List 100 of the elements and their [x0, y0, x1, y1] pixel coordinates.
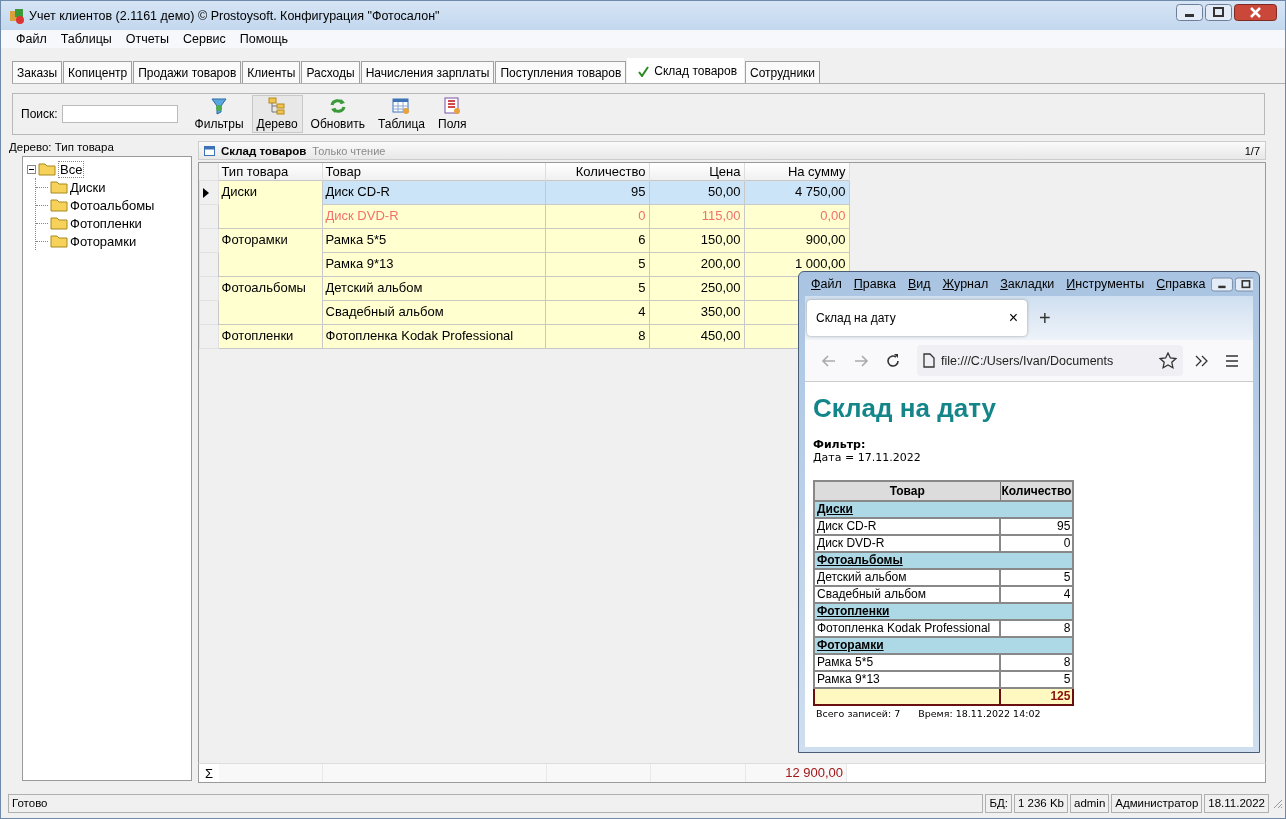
record-position: 1/7	[1244, 144, 1260, 157]
column-header[interactable]: Количество	[545, 163, 649, 181]
table-cell: 0,00	[744, 204, 849, 229]
column-header[interactable]: Цена	[649, 163, 744, 181]
list-icon	[443, 97, 462, 115]
new-tab-button[interactable]: +	[1039, 306, 1051, 330]
app-icon	[9, 7, 25, 24]
menu-item[interactable]: Файл	[9, 32, 54, 46]
panel-title: Дерево: Тип товара	[9, 141, 115, 155]
column-header[interactable]: На сумму	[744, 163, 849, 181]
table-cell: Диск CD-R	[322, 180, 545, 205]
tab[interactable]: Поступления товаров	[495, 61, 627, 83]
tab[interactable]: Склад товаров	[627, 58, 745, 83]
table-icon	[392, 97, 411, 115]
table-cell: 0	[545, 204, 649, 229]
tree-item[interactable]: Фотопленки	[70, 215, 142, 231]
toolbar-button[interactable]: Обновить	[305, 95, 370, 133]
menu-item[interactable]: Журнал	[936, 277, 995, 291]
menu-item[interactable]: Сервис	[176, 32, 233, 46]
table-cell: Детский альбом	[814, 569, 1000, 586]
check-icon	[638, 65, 650, 77]
menu-item[interactable]: Инструменты	[1060, 277, 1151, 291]
column-header: Количество	[1000, 481, 1074, 501]
status-panel: 1 236 Kb	[1013, 793, 1068, 813]
table-cell: Свадебный альбом	[322, 300, 545, 325]
filter-label: Фильтр:	[813, 438, 867, 451]
chevrons-icon	[1195, 354, 1209, 367]
tab[interactable]: Копицентр	[63, 61, 133, 83]
close-tab-button[interactable]: ×	[1008, 309, 1018, 327]
column-header[interactable]: Тип товара	[218, 163, 322, 181]
total-value: 12 900,00	[746, 764, 847, 782]
browser-tab[interactable]: Склад на дату ×	[807, 300, 1027, 336]
table-cell: Рамка 5*5	[814, 654, 1000, 671]
tab[interactable]: Продажи товаров	[133, 61, 242, 83]
tab[interactable]: Расходы	[301, 61, 360, 83]
folder-icon	[50, 234, 68, 248]
window-title: Учет клиентов (2.1161 демо) © Prostoysoft. Конфигурация "Фотосалон"	[29, 8, 441, 23]
tab[interactable]: Клиенты	[242, 61, 301, 83]
table-cell: Фоторамки	[218, 228, 322, 277]
table-cell: Фотопленки	[218, 324, 322, 349]
table-cell: 4	[545, 300, 649, 325]
folder-icon	[50, 198, 68, 212]
table-cell: 5	[545, 276, 649, 301]
table-cell: 5	[545, 252, 649, 277]
table-cell: Рамка 9*13	[322, 252, 545, 277]
table-cell: 900,00	[744, 228, 849, 253]
menu-item[interactable]: Вид	[902, 277, 937, 291]
menu-item[interactable]: Файл	[805, 277, 848, 291]
table-cell: Фотоальбомы	[218, 276, 322, 325]
folder-icon	[50, 180, 68, 194]
minimize-icon	[1211, 275, 1234, 293]
table-cell: 450,00	[649, 324, 744, 349]
tab-title: Склад на дату	[816, 311, 896, 325]
table-cell: Детский альбом	[322, 276, 545, 301]
close-icon	[1234, 4, 1277, 21]
page-icon	[923, 353, 935, 368]
minimize-icon	[1176, 4, 1203, 21]
table-cell: 50,00	[649, 180, 744, 205]
address-bar[interactable]: file:///C:/Users/Ivan/Documents	[917, 345, 1183, 376]
row-pointer-icon	[203, 187, 209, 198]
tab[interactable]: Сотрудники	[745, 61, 821, 83]
status-panel: 18.11.2022	[1204, 793, 1269, 813]
table-cell: Рамка 5*5	[322, 228, 545, 253]
menu-item[interactable]: Правка	[847, 277, 902, 291]
tree-item[interactable]: Диски	[70, 179, 106, 195]
filter-text: Дата = 17.11.2022	[813, 451, 922, 464]
toolbar-button[interactable]: Фильтры	[189, 95, 249, 133]
report-heading: Склад на дату	[813, 393, 997, 424]
tab[interactable]: Начисления зарплаты	[360, 61, 495, 83]
toolbar-button[interactable]: Таблица	[372, 95, 430, 133]
search-field[interactable]	[61, 105, 178, 123]
menu-item[interactable]: Справка	[1150, 277, 1212, 291]
toolbar-button[interactable]: Поля	[433, 95, 472, 133]
status-text: Готово	[8, 793, 984, 813]
tab[interactable]: Заказы	[12, 61, 63, 83]
folder-icon	[38, 162, 56, 176]
record-count: Всего записей: 7	[816, 708, 901, 719]
folder-icon	[50, 216, 68, 230]
table-cell: 4 750,00	[744, 180, 849, 205]
table-cell: 8	[1000, 654, 1074, 671]
table-cell: 150,00	[649, 228, 744, 253]
menu-item[interactable]: Закладки	[994, 277, 1061, 291]
maximize-icon	[1235, 275, 1253, 293]
menu-item[interactable]: Таблицы	[53, 32, 119, 46]
resize-grip-icon	[1271, 797, 1283, 809]
table-cell: 6	[545, 228, 649, 253]
column-header[interactable]: Товар	[322, 163, 545, 181]
read-only-label: Только чтение	[312, 144, 387, 157]
table-cell: Диск CD-R	[814, 518, 1000, 535]
tree-item[interactable]: Фоторамки	[70, 233, 137, 249]
menu-item[interactable]: Помощь	[232, 32, 296, 46]
toolbar-button[interactable]: Дерево	[251, 95, 303, 133]
group-header: Диски	[814, 501, 1074, 518]
menu-item[interactable]: Отчеты	[118, 32, 176, 46]
refresh-icon	[328, 97, 347, 115]
tree-item[interactable]: Фотоальбомы	[70, 197, 155, 213]
maximize-icon	[1205, 4, 1232, 21]
table-icon	[204, 145, 215, 156]
table-cell: 5	[1000, 569, 1074, 586]
tree-item[interactable]: Все	[58, 160, 85, 178]
